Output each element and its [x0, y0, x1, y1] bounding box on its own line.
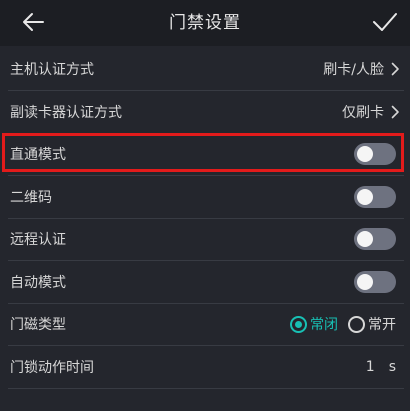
- auto-mode-toggle[interactable]: [354, 271, 396, 293]
- radio-normally-open-label: 常开: [368, 317, 396, 333]
- settings-panel: 门禁设置 主机认证方式 刷卡/人脸 副读卡器认证方式 仅刷卡 直通模式 二维码 …: [0, 0, 410, 411]
- sub-reader-auth-value-link[interactable]: 仅刷卡: [342, 102, 400, 122]
- door-sensor-radio-group: 常闭 常开: [290, 314, 396, 334]
- direct-mode-label: 直通模式: [10, 147, 66, 163]
- qr-code-row: 二维码: [8, 176, 404, 218]
- qr-code-label: 二维码: [10, 190, 52, 206]
- chevron-right-icon: [390, 105, 400, 119]
- radio-selected-icon: [290, 315, 307, 333]
- confirm-button[interactable]: [368, 10, 402, 38]
- direct-mode-row: 直通模式: [8, 133, 404, 175]
- main-auth-row[interactable]: 主机认证方式 刷卡/人脸: [8, 48, 404, 90]
- main-auth-value-link[interactable]: 刷卡/人脸: [323, 59, 400, 79]
- auto-mode-label: 自动模式: [10, 275, 66, 291]
- toggle-knob: [357, 274, 373, 290]
- qr-code-toggle[interactable]: [354, 186, 396, 208]
- checkmark-icon: [372, 12, 398, 36]
- door-sensor-type-label: 门磁类型: [10, 317, 66, 333]
- radio-unselected-icon: [348, 315, 365, 333]
- auto-mode-row: 自动模式: [8, 261, 404, 303]
- radio-normally-open[interactable]: 常开: [348, 314, 396, 334]
- radio-dot: [295, 320, 302, 328]
- direct-mode-toggle[interactable]: [354, 143, 396, 165]
- main-auth-label: 主机认证方式: [10, 62, 94, 78]
- toggle-knob: [357, 146, 373, 162]
- page-title: 门禁设置: [169, 13, 241, 33]
- main-auth-value: 刷卡/人脸: [323, 62, 384, 78]
- header-bar: 门禁设置: [0, 0, 410, 46]
- door-sensor-type-row: 门磁类型 常闭 常开: [8, 303, 404, 345]
- divider: [8, 388, 404, 389]
- chevron-right-icon: [390, 62, 400, 76]
- sub-reader-auth-label: 副读卡器认证方式: [10, 105, 122, 121]
- remote-auth-toggle[interactable]: [354, 228, 396, 250]
- lock-action-time-value[interactable]: 1 s: [366, 359, 396, 375]
- sub-reader-auth-value: 仅刷卡: [342, 105, 384, 121]
- toggle-knob: [357, 231, 373, 247]
- radio-normally-closed[interactable]: 常闭: [290, 314, 338, 334]
- lock-action-time-unit: s: [388, 359, 396, 375]
- radio-normally-closed-label: 常闭: [310, 317, 338, 333]
- lock-action-time-number: 1: [365, 359, 375, 375]
- remote-auth-row: 远程认证: [8, 218, 404, 260]
- toggle-knob: [357, 189, 373, 205]
- lock-action-time-label: 门锁动作时间: [10, 360, 94, 376]
- lock-action-time-row[interactable]: 门锁动作时间 1 s: [8, 346, 404, 388]
- screen: 门禁设置 主机认证方式 刷卡/人脸 副读卡器认证方式 仅刷卡 直通模式 二维码 …: [0, 0, 418, 416]
- sub-reader-auth-row[interactable]: 副读卡器认证方式 仅刷卡: [8, 91, 404, 133]
- remote-auth-label: 远程认证: [10, 232, 66, 248]
